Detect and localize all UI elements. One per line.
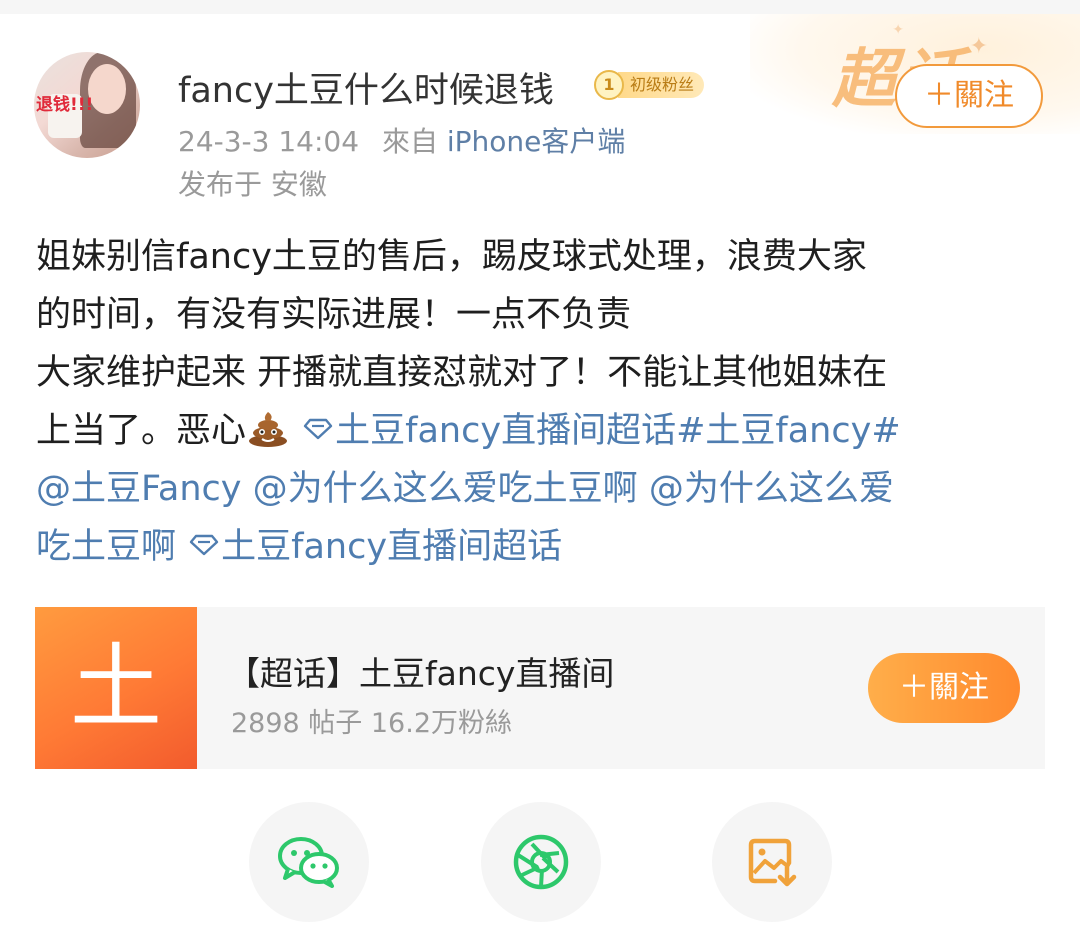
- avatar[interactable]: 退钱!!!: [34, 52, 140, 158]
- avatar-text: 退钱!!!: [36, 95, 94, 115]
- post-body: 姐妹别信fancy土豆的售后，踢皮球式处理，浪费大家 的时间，有没有实际进展！一…: [36, 228, 1046, 576]
- mention-link[interactable]: @为什么这么爱: [649, 469, 894, 509]
- poop-emoji-icon: [249, 412, 288, 447]
- wechat-icon: [278, 837, 339, 888]
- super-topic-link-text: 土豆fancy直播间超话: [221, 527, 563, 567]
- post-line-with-links: 上当了。恶心 土豆fancy直播间超话#土豆fancy#: [36, 402, 1046, 460]
- mention-link[interactable]: @为什么这么爱吃土豆啊: [253, 469, 638, 509]
- mention-link-continued[interactable]: 吃土豆啊: [36, 527, 176, 567]
- post-line-mentions: @土豆Fancy @为什么这么爱吃土豆啊 @为什么这么爱: [36, 460, 1046, 518]
- sparkle-icon: ✦: [969, 34, 988, 59]
- sparkle-icon: ✦: [892, 22, 904, 38]
- moments-icon: [513, 834, 569, 890]
- fan-level-icon: 1: [594, 70, 624, 100]
- share-wechat-button[interactable]: [249, 802, 369, 922]
- diamond-icon: [303, 418, 333, 440]
- post-meta: 24-3-3 14:04 來自 iPhone客户端: [178, 120, 625, 160]
- post-line: 姐妹别信fancy土豆的售后，踢皮球式处理，浪费大家: [36, 237, 867, 277]
- user-name[interactable]: fancy土豆什么时候退钱: [178, 62, 554, 113]
- super-topic-thumbnail: 土: [35, 607, 197, 769]
- post-region: 发布于 安徽: [178, 168, 327, 201]
- mention-link[interactable]: @土豆Fancy: [36, 469, 242, 509]
- post-line: 大家维护起来 开播就直接怼就对了！不能让其他姐妹在: [36, 353, 888, 393]
- save-image-icon: [748, 838, 797, 887]
- super-topic-link[interactable]: 土豆fancy直播间超话: [301, 411, 676, 451]
- fan-level-label: 初级粉丝: [618, 72, 705, 98]
- super-topic-card[interactable]: 土 【超话】土豆fancy直播间 2898 帖子 16.2万粉絲 ＋關注: [35, 607, 1045, 769]
- post-line: 的时间，有没有实际进展！一点不负责: [36, 295, 632, 335]
- super-topic-link[interactable]: 土豆fancy直播间超话: [187, 527, 562, 567]
- follow-user-button[interactable]: ＋關注: [895, 64, 1043, 128]
- source-prefix: 來自: [381, 125, 438, 158]
- post-line: 上当了。恶心: [36, 411, 247, 451]
- hashtag-link[interactable]: #土豆fancy#: [676, 411, 901, 451]
- post-time: 24-3-3 14:04: [178, 125, 360, 158]
- weibo-post-page: 超话 ✦ ✦ ＋關注 退钱!!! fancy土豆什么时候退钱 1 初级粉丝 24…: [0, 0, 1080, 950]
- super-topic-link-text: 土豆fancy直播间超话: [335, 411, 677, 451]
- top-divider: [0, 0, 1080, 14]
- save-image-button[interactable]: [712, 802, 832, 922]
- post-line-mentions: 吃土豆啊 土豆fancy直播间超话: [36, 518, 1046, 576]
- follow-super-topic-button[interactable]: ＋關注: [868, 653, 1020, 723]
- share-moments-button[interactable]: [481, 802, 601, 922]
- super-topic-title: 【超话】土豆fancy直播间: [227, 654, 615, 693]
- super-topic-stats: 2898 帖子 16.2万粉絲: [231, 708, 512, 739]
- fan-level-badge[interactable]: 1 初级粉丝: [594, 70, 705, 100]
- avatar-face: [88, 64, 126, 114]
- diamond-icon: [189, 534, 219, 556]
- post-device[interactable]: iPhone客户端: [447, 125, 626, 158]
